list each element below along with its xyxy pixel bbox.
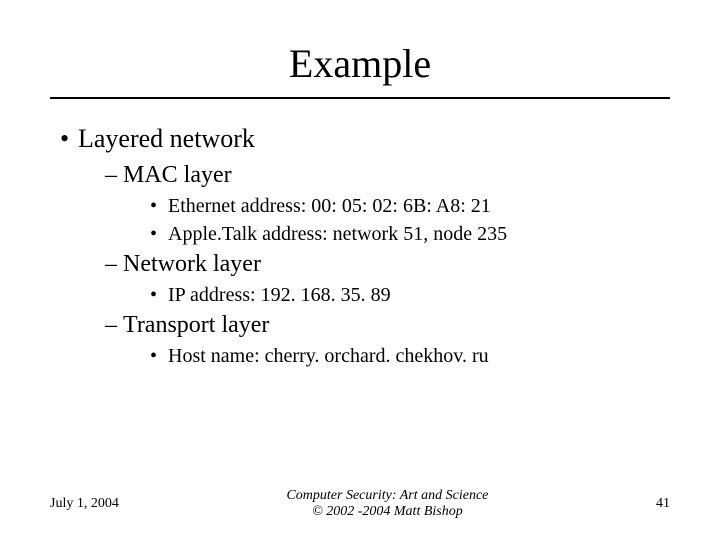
level2-text: MAC layer	[123, 162, 232, 188]
bullet-dot-icon: •	[150, 284, 168, 307]
slide-title: Example	[50, 40, 670, 87]
footer: July 1, 2004 Computer Security: Art and …	[0, 488, 720, 520]
level3-text: Apple.Talk address: network 51, node 235	[168, 223, 507, 245]
bullet-level1: •Layered network	[60, 124, 670, 154]
footer-date: July 1, 2004	[50, 496, 119, 512]
bullet-dot-icon: •	[150, 345, 168, 368]
bullet-level2: –MAC layer	[105, 162, 670, 189]
bullet-level2: –Transport layer	[105, 312, 670, 339]
level2-text: Transport layer	[123, 312, 269, 338]
dash-icon: –	[105, 162, 123, 189]
dash-icon: –	[105, 251, 123, 278]
level2-text: Network layer	[123, 251, 261, 277]
footer-center: Computer Security: Art and Science © 200…	[286, 488, 488, 520]
dash-icon: –	[105, 312, 123, 339]
bullet-level3: •Apple.Talk address: network 51, node 23…	[150, 223, 670, 246]
level1-text: Layered network	[78, 124, 255, 153]
footer-center-line2: © 2002 -2004 Matt Bishop	[286, 504, 488, 520]
level3-text: Ethernet address: 00: 05: 02: 6B: A8: 21	[168, 195, 491, 217]
bullet-level2: –Network layer	[105, 251, 670, 278]
footer-page-number: 41	[656, 496, 670, 512]
bullet-dot-icon: •	[150, 223, 168, 246]
footer-center-line1: Computer Security: Art and Science	[286, 488, 488, 504]
bullet-level3: •Ethernet address: 00: 05: 02: 6B: A8: 2…	[150, 195, 670, 218]
title-underline	[50, 97, 670, 99]
bullet-dot-icon: •	[150, 195, 168, 218]
level3-text: Host name: cherry. orchard. chekhov. ru	[168, 345, 489, 367]
level3-text: IP address: 192. 168. 35. 89	[168, 284, 391, 306]
bullet-dot-icon: •	[60, 124, 78, 154]
bullet-level3: •Host name: cherry. orchard. chekhov. ru	[150, 345, 670, 368]
bullet-level3: •IP address: 192. 168. 35. 89	[150, 284, 670, 307]
